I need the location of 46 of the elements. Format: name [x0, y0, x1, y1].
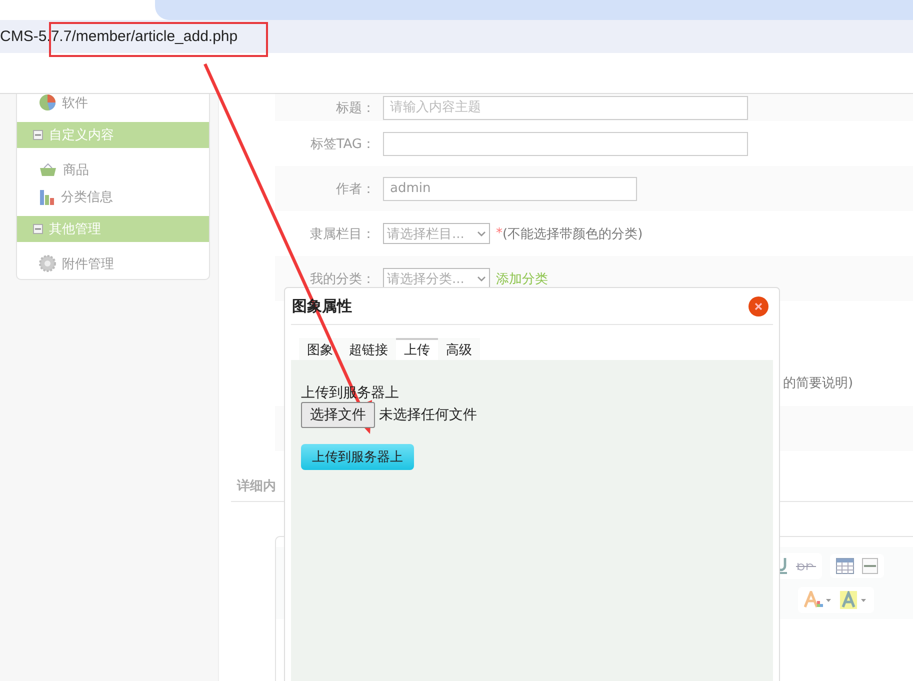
sidebar-item[interactable]: 商品	[17, 156, 209, 183]
collapse-icon[interactable]	[33, 224, 43, 234]
pie-chart-icon	[39, 94, 56, 111]
strikethrough-icon[interactable]	[796, 560, 816, 572]
close-icon[interactable]	[748, 296, 769, 316]
chevron-down-icon	[477, 276, 486, 282]
input-field[interactable]: 请输入内容主题	[383, 96, 748, 120]
sidebar-group-header[interactable]: 其他管理	[17, 216, 209, 242]
hint-text: (不能选择带颜色的分类)	[502, 226, 643, 242]
sidebar-item[interactable]: 软件	[17, 94, 209, 116]
input-field[interactable]	[383, 132, 748, 156]
dialog-tab[interactable]: 图象	[299, 338, 341, 360]
group-label: 自定义内容	[49, 127, 114, 144]
sidebar-item-label: 分类信息	[61, 188, 113, 206]
group-label: 其他管理	[49, 221, 101, 238]
sidebar-group-header[interactable]: 自定义内容	[17, 122, 209, 148]
table-icon[interactable]	[836, 558, 854, 574]
category-dropdown[interactable]: 请选择栏目...	[383, 223, 490, 244]
sidebar-item-label: 软件	[62, 94, 88, 112]
add-category-link[interactable]: 添加分类	[496, 270, 548, 288]
file-status: 未选择任何文件	[379, 406, 477, 424]
sidebar-item-label: 商品	[63, 162, 89, 178]
required-mark: *	[496, 226, 502, 241]
choose-file-button[interactable]: 选择文件	[301, 402, 375, 428]
sidebar-item-label: 附件管理	[62, 256, 114, 272]
bar-chart-icon	[39, 188, 55, 204]
field-label: 我的分类：	[309, 270, 375, 288]
hint-text: 的简要说明)	[783, 375, 854, 392]
field-label: 标签TAG：	[309, 136, 375, 152]
basket-icon	[39, 162, 57, 176]
field-label: 隶属栏目：	[309, 226, 375, 242]
highlight-icon[interactable]	[840, 591, 868, 609]
section-title: 详细内	[237, 479, 276, 494]
sidebar-item[interactable]: 附件管理	[17, 250, 209, 277]
dialog-tab[interactable]: 超链接	[341, 338, 396, 360]
collapse-icon[interactable]	[33, 130, 43, 140]
sidebar-item[interactable]: 分类信息	[17, 183, 209, 210]
field-label: 标题：	[335, 100, 375, 116]
field-label: 作者：	[335, 180, 375, 198]
input-field[interactable]: admin	[383, 176, 637, 200]
category-dropdown[interactable]: 请选择分类...	[383, 268, 490, 289]
upload-button[interactable]: 上传到服务器上	[301, 444, 414, 470]
font-color-icon[interactable]	[804, 591, 832, 609]
dialog-tab[interactable]: 高级	[438, 338, 480, 360]
chevron-down-icon	[477, 230, 486, 236]
gear-icon	[39, 255, 56, 272]
